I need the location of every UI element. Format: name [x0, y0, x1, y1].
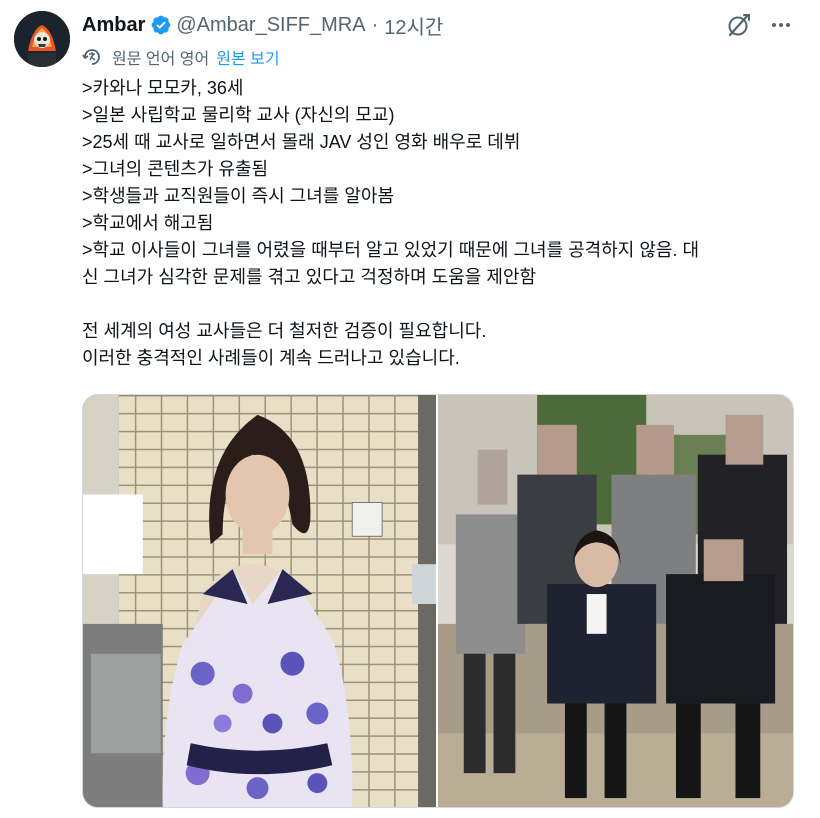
tweet-text: >카와나 모모카, 36세 >일본 사립학교 물리학 교사 (자신의 모교) >…: [82, 75, 782, 372]
grok-icon[interactable]: [726, 12, 752, 38]
tweet-line: >카와나 모모카, 36세: [82, 78, 244, 98]
verified-badge-icon[interactable]: [150, 14, 172, 36]
avatar-image: [14, 11, 70, 67]
tweet-media: [82, 394, 794, 808]
more-icon[interactable]: [768, 12, 794, 38]
tweet-line: >학교 이사들이 그녀를 어렸을 때부터 알고 있었기 때문에 그녀를 공격하지…: [82, 240, 699, 260]
author-avatar[interactable]: [14, 11, 70, 67]
tweet-actions-top: [726, 12, 794, 38]
author-name[interactable]: Ambar: [82, 14, 145, 37]
tweet-line: 신 그녀가 심각한 문제를 겪고 있다고 걱정하며 도움을 제안함: [82, 267, 537, 287]
translate-icon: [82, 47, 102, 67]
tweet-header: Ambar @Ambar_SIFF_MRA · 12시간: [82, 11, 443, 40]
tweet-line: >그녀의 콘텐츠가 유출됨: [82, 159, 269, 179]
post-time[interactable]: 12시간: [384, 11, 443, 40]
media-photo-2[interactable]: [436, 395, 793, 807]
translation-label: 원문 언어 영어: [112, 51, 210, 68]
media-photo-1[interactable]: [83, 395, 436, 807]
tweet-line: 전 세계의 여성 교사들은 더 철저한 검증이 필요합니다.: [82, 321, 487, 341]
translation-row: 원문 언어 영어 원본 보기: [82, 46, 280, 68]
tweet-line: >25세 때 교사로 일하면서 몰래 JAV 성인 영화 배우로 데뷔: [82, 132, 521, 152]
show-original-link[interactable]: 원본 보기: [216, 45, 279, 69]
tweet-line: >학생들과 교직원들이 즉시 그녀를 알아봄: [82, 186, 395, 206]
tweet-line: >학교에서 해고됨: [82, 213, 214, 233]
author-handle[interactable]: @Ambar_SIFF_MRA: [176, 14, 365, 37]
tweet-line: 이러한 충격적인 사례들이 계속 드러나고 있습니다.: [82, 348, 460, 368]
tweet-line: >일본 사립학교 물리학 교사 (자신의 모교): [82, 105, 395, 125]
separator-dot: ·: [371, 13, 379, 36]
